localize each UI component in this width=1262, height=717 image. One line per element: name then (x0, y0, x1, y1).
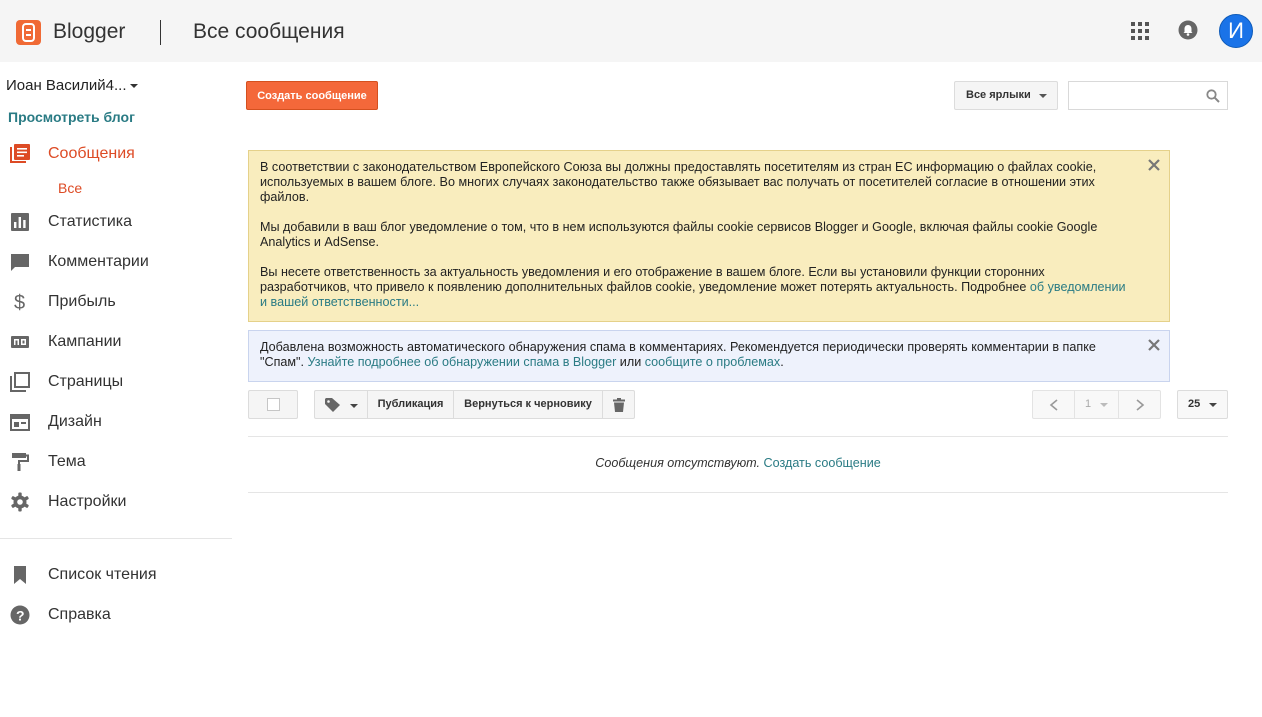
posts-per-page-dropdown[interactable]: 25 (1177, 390, 1228, 419)
stats-icon (11, 213, 29, 231)
header-divider (160, 20, 161, 45)
cookie-notice: В соответствии с законодательством Европ… (248, 150, 1170, 322)
publish-button[interactable]: Публикация (367, 390, 454, 419)
create-post-link[interactable]: Создать сообщение (764, 456, 881, 470)
sidebar-item-label: Комментарии (48, 253, 149, 270)
cookie-notice-paragraph: В соответствии с законодательством Европ… (260, 160, 1097, 204)
spam-notice-text: Добавлена возможность автоматического об… (260, 340, 1135, 370)
sidebar-item-posts[interactable]: Сообщения (0, 140, 232, 170)
help-icon: ? (10, 605, 30, 625)
sidebar-item-label: Дизайн (48, 413, 102, 430)
sidebar-item-label: Список чтения (48, 566, 157, 583)
sidebar-item-campaigns[interactable]: Кампании (0, 328, 232, 358)
empty-posts-message: Сообщения отсутствуют. Создать сообщение (248, 456, 1228, 470)
paint-roller-icon (12, 453, 29, 471)
create-post-button[interactable]: Создать сообщение (246, 81, 378, 110)
ad-campaign-icon (11, 336, 29, 348)
bookmark-icon (14, 566, 26, 584)
list-divider (248, 436, 1228, 437)
empty-text: Сообщения отсутствуют. (595, 456, 764, 470)
sidebar-item-label: Сообщения (48, 145, 135, 162)
cookie-notice-text: Вы несете ответственность за актуальност… (260, 265, 1045, 294)
trash-icon (613, 398, 625, 412)
layout-icon (10, 414, 30, 431)
spam-info-link[interactable]: Узнайте подробнее об обнаружении спама в… (308, 355, 617, 369)
sidebar-item-label: Настройки (48, 493, 127, 510)
labels-filter-dropdown[interactable]: Все ярлыки (954, 81, 1058, 110)
blog-selector[interactable]: Иоан Василий4... (6, 77, 138, 94)
page-selector[interactable]: 1 (1074, 390, 1119, 419)
dollar-icon: $ (14, 292, 25, 312)
sidebar-item-reading-list[interactable]: Список чтения (0, 561, 232, 591)
notifications-bell-icon[interactable] (1178, 20, 1198, 40)
view-blog-link[interactable]: Просмотреть блог (8, 109, 135, 125)
close-icon[interactable] (1147, 338, 1161, 352)
cookie-notice-paragraph: Мы добавили в ваш блог уведомление о том… (260, 220, 1098, 249)
brand-name[interactable]: Blogger (53, 20, 125, 44)
sidebar-item-label: Прибыль (48, 293, 116, 310)
sidebar-item-pages[interactable]: Страницы (0, 368, 232, 398)
spam-notice: Добавлена возможность автоматического об… (248, 330, 1170, 382)
blog-name: Иоан Василий4... (6, 77, 127, 94)
per-page-value: 25 (1188, 398, 1201, 410)
spam-notice-end: . (780, 355, 784, 369)
sidebar-item-help[interactable]: ? Справка (0, 601, 232, 631)
posts-icon (10, 144, 30, 163)
chevron-down-icon (1209, 403, 1217, 407)
next-page-button[interactable] (1118, 390, 1161, 419)
comments-icon (11, 254, 29, 271)
checkbox-box (267, 398, 280, 411)
labels-filter-label: Все ярлыки (966, 89, 1031, 101)
previous-page-button[interactable] (1032, 390, 1075, 419)
page-title: Все сообщения (193, 20, 345, 43)
avatar[interactable]: И (1219, 14, 1253, 48)
svg-text:$: $ (14, 292, 25, 312)
report-problem-link[interactable]: сообщите о проблемах (645, 355, 780, 369)
chevron-down-icon (1100, 403, 1108, 407)
tag-icon (325, 398, 340, 412)
chevron-down-icon (350, 404, 358, 408)
chevron-down-icon (1039, 94, 1047, 98)
apps-grid-icon[interactable] (1131, 22, 1149, 40)
sidebar-item-stats[interactable]: Статистика (0, 208, 232, 238)
list-divider (248, 492, 1228, 493)
sidebar-item-label: Тема (48, 453, 86, 470)
search-input[interactable] (1068, 81, 1228, 110)
current-page: 1 (1085, 398, 1092, 410)
sidebar-item-label: Статистика (48, 213, 133, 230)
label-menu-button[interactable] (314, 390, 368, 419)
spam-notice-connector: или (616, 355, 645, 369)
delete-button[interactable] (602, 390, 635, 419)
sidebar-item-earnings[interactable]: $ Прибыль (0, 288, 232, 318)
sidebar-item-theme[interactable]: Тема (0, 448, 232, 478)
sidebar-item-label: Справка (48, 606, 111, 623)
sidebar-item-label: Страницы (48, 373, 124, 390)
select-all-checkbox[interactable] (248, 390, 298, 419)
chevron-left-icon (1049, 399, 1058, 411)
close-icon[interactable] (1147, 158, 1161, 172)
sidebar-item-layout[interactable]: Дизайн (0, 408, 232, 438)
chevron-right-icon (1136, 399, 1145, 411)
chevron-down-icon (129, 84, 138, 89)
top-header: Blogger Все сообщения И (0, 0, 1262, 62)
cookie-notice-paragraph: Вы несете ответственность за актуальност… (260, 265, 1135, 310)
sidebar-item-label: Кампании (48, 333, 122, 350)
sidebar-item-comments[interactable]: Комментарии (0, 248, 232, 278)
gear-icon (11, 492, 29, 512)
revert-to-draft-button[interactable]: Вернуться к черновику (453, 390, 603, 419)
blogger-logo-icon[interactable] (16, 20, 41, 45)
svg-text:?: ? (16, 608, 25, 624)
search-icon[interactable] (1206, 89, 1220, 103)
pages-icon (10, 372, 30, 392)
sidebar-divider (0, 538, 232, 539)
sidebar-subitem-all[interactable]: Все (58, 180, 82, 196)
sidebar-item-settings[interactable]: Настройки (0, 488, 232, 518)
